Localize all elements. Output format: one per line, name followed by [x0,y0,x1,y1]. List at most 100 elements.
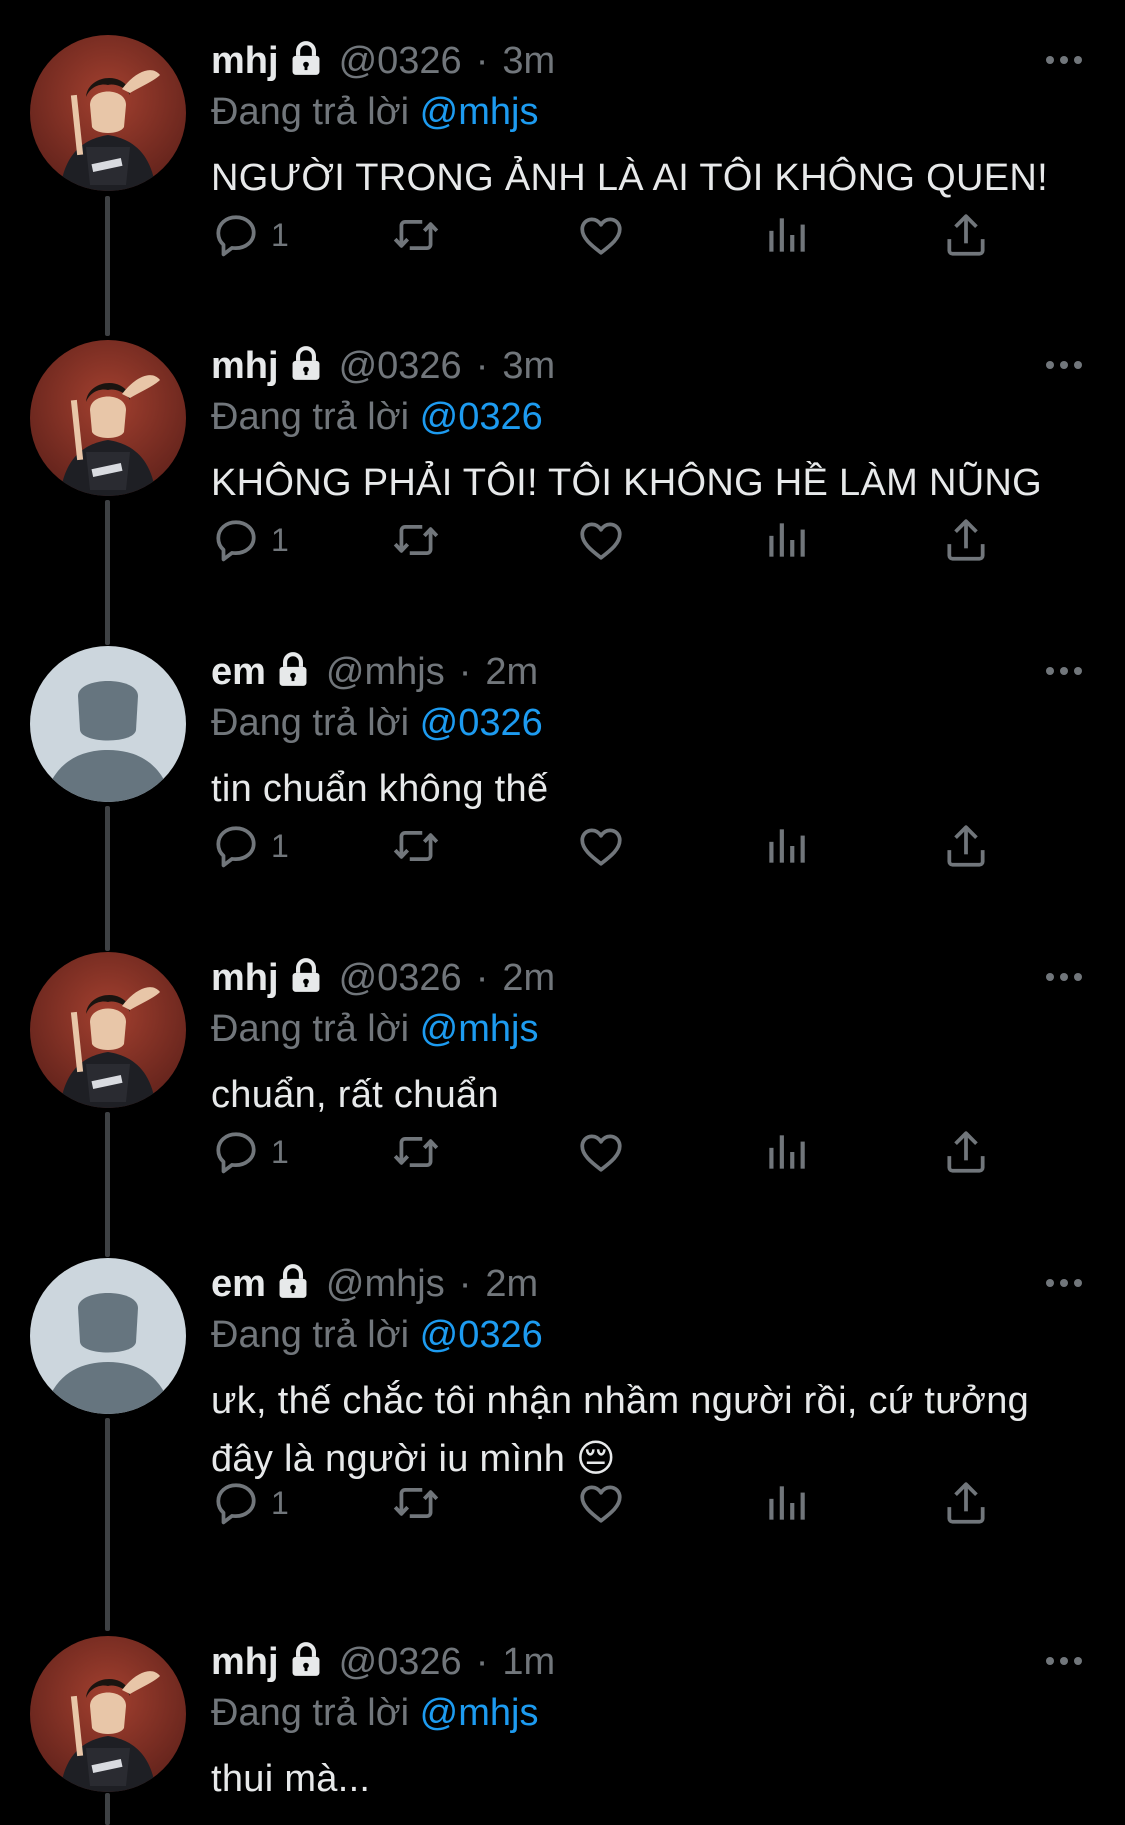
tweet-content: mhj @0326 · 1m Đang trả lời @mhjs thui m… [211,1636,1085,1808]
share-button[interactable] [941,512,991,568]
tweet-actions: 1 [211,512,991,568]
reply-button[interactable]: 1 [211,207,289,263]
replying-to: Đang trả lời @mhjs [211,87,1085,137]
reply-button[interactable]: 1 [211,818,289,874]
mention-link[interactable]: @0326 [420,702,543,744]
views-button[interactable] [761,1475,811,1531]
reply-icon [211,515,261,565]
username[interactable]: @0326 [339,952,462,1004]
more-icon[interactable] [1043,1268,1085,1298]
replying-to: Đang trả lời @0326 [211,392,1085,442]
retweet-icon [391,210,441,260]
tweet-text: KHÔNG PHẢI TÔI! TÔI KHÔNG HỀ LÀM NŨNG [211,462,1043,504]
tweet-content: mhj @0326 · 3m Đang trả lời @0326 KHÔNG … [211,340,1085,512]
replying-to-label: Đang trả lời [211,1314,410,1356]
retweet-button[interactable] [391,818,441,874]
lock-icon [287,344,325,384]
mention-link[interactable]: @0326 [420,396,543,438]
avatar[interactable] [30,1258,186,1414]
username[interactable]: @0326 [339,35,462,87]
more-icon[interactable] [1043,45,1085,75]
display-name[interactable]: mhj [211,1636,279,1688]
mention-link[interactable]: @mhjs [420,1008,539,1050]
replying-to: Đang trả lời @mhjs [211,1688,1085,1738]
username[interactable]: @mhjs [326,646,445,698]
reply-icon [211,821,261,871]
share-icon [941,1478,991,1528]
separator-dot: · [475,345,489,387]
tweet-content: em @mhjs · 2m Đang trả lời @0326 tin chu… [211,646,1085,818]
reply-button[interactable]: 1 [211,1124,289,1180]
avatar[interactable] [30,1636,186,1792]
tweet-text: ưk, thế chắc tôi nhận nhầm người rồi, cứ… [211,1380,1030,1480]
mention-link[interactable]: @mhjs [420,91,539,133]
heart-icon [576,515,626,565]
views-button[interactable] [761,818,811,874]
tweet-header: mhj @0326 · 3m [211,340,1085,392]
more-icon[interactable] [1043,962,1085,992]
more-icon[interactable] [1043,656,1085,686]
timestamp[interactable]: 2m [502,952,555,1004]
reply-button[interactable]: 1 [211,512,289,568]
display-name[interactable]: mhj [211,952,279,1004]
reply-count: 1 [271,1484,289,1521]
retweet-button[interactable] [391,1124,441,1180]
username[interactable]: @0326 [339,340,462,392]
more-icon[interactable] [1043,1646,1085,1676]
views-button[interactable] [761,512,811,568]
views-button[interactable] [761,207,811,263]
display-name[interactable]: mhj [211,35,279,87]
retweet-button[interactable] [391,207,441,263]
display-name[interactable]: em [211,1258,266,1310]
replying-to-label: Đang trả lời [211,1008,410,1050]
avatar[interactable] [30,646,186,802]
retweet-icon [391,1127,441,1177]
views-button[interactable] [761,1124,811,1180]
timestamp[interactable]: 2m [485,1258,538,1310]
avatar[interactable] [30,340,186,496]
thread-line [105,500,110,645]
share-button[interactable] [941,1475,991,1531]
reply-count: 1 [271,521,289,558]
mention-link[interactable]: @mhjs [420,1692,539,1734]
tweet-header: mhj @0326 · 3m [211,35,1085,87]
reply-icon [211,1478,261,1528]
avatar[interactable] [30,952,186,1108]
tweet-header: mhj @0326 · 1m [211,1636,1085,1688]
mention-link[interactable]: @0326 [420,1314,543,1356]
analytics-icon [761,1127,811,1177]
analytics-icon [761,1478,811,1528]
replying-to: Đang trả lời @mhjs [211,1004,1085,1054]
like-button[interactable] [576,512,626,568]
replying-to: Đang trả lời @0326 [211,698,1085,748]
username[interactable]: @mhjs [326,1258,445,1310]
timestamp[interactable]: 1m [502,1636,555,1688]
retweet-icon [391,1478,441,1528]
avatar[interactable] [30,35,186,191]
display-name[interactable]: mhj [211,340,279,392]
like-button[interactable] [576,1475,626,1531]
timestamp[interactable]: 3m [502,35,555,87]
reply-count: 1 [271,1133,289,1170]
timestamp[interactable]: 2m [485,646,538,698]
like-button[interactable] [576,818,626,874]
more-icon[interactable] [1043,350,1085,380]
retweet-button[interactable] [391,512,441,568]
replying-to: Đang trả lời @0326 [211,1310,1085,1360]
username[interactable]: @0326 [339,1636,462,1688]
display-name[interactable]: em [211,646,266,698]
like-button[interactable] [576,207,626,263]
like-button[interactable] [576,1124,626,1180]
reply-button[interactable]: 1 [211,1475,289,1531]
thread-line [105,1112,110,1257]
retweet-button[interactable] [391,1475,441,1531]
timestamp[interactable]: 3m [502,340,555,392]
replying-to-label: Đang trả lời [211,91,410,133]
analytics-icon [761,821,811,871]
share-button[interactable] [941,207,991,263]
separator-dot: · [475,1641,489,1683]
replying-to-label: Đang trả lời [211,396,410,438]
share-button[interactable] [941,1124,991,1180]
share-button[interactable] [941,818,991,874]
lock-icon [287,39,325,79]
